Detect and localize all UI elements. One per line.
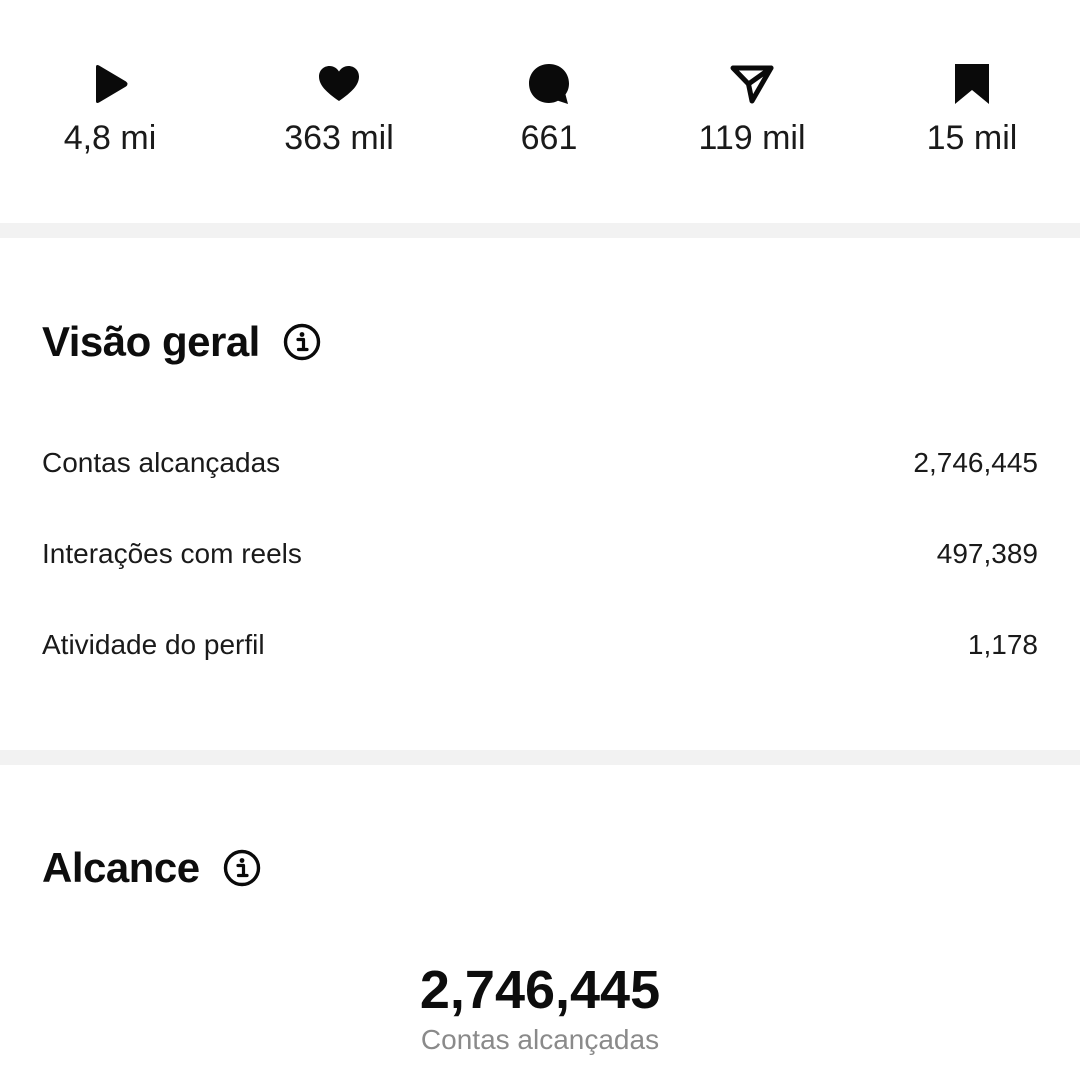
overview-row-accounts-reached[interactable]: Contas alcançadas 2,746,445 xyxy=(42,443,1038,483)
overview-row-reel-interactions[interactable]: Interações com reels 497,389 xyxy=(42,534,1038,574)
share-icon xyxy=(724,56,780,112)
reach-header: Alcance xyxy=(42,843,262,893)
saves-count: 15 mil xyxy=(926,119,1018,157)
row-label: Contas alcançadas xyxy=(42,447,281,478)
overview-header: Visão geral xyxy=(42,317,322,367)
plays-count: 4,8 mi xyxy=(63,119,157,157)
row-value: 2,746,445 xyxy=(913,447,1038,478)
reel-stats-row: 4,8 mi 363 mil 661 119 mil 15 mil xyxy=(0,56,1080,166)
comments-stat: 661 xyxy=(439,56,659,158)
bookmark-icon xyxy=(944,56,1000,112)
comments-count: 661 xyxy=(520,119,578,157)
info-icon[interactable] xyxy=(222,848,262,888)
section-divider xyxy=(0,750,1080,765)
row-value: 1,178 xyxy=(967,629,1038,660)
section-divider xyxy=(0,223,1080,238)
overview-row-profile-activity[interactable]: Atividade do perfil 1,178 xyxy=(42,625,1038,665)
reach-total-value: 2,746,445 xyxy=(419,960,661,1020)
reach-caption: Contas alcançadas xyxy=(420,1024,660,1055)
heart-icon xyxy=(311,56,367,112)
comment-icon xyxy=(521,56,577,112)
shares-count: 119 mil xyxy=(698,119,806,157)
row-value: 497,389 xyxy=(936,538,1038,569)
shares-stat: 119 mil xyxy=(642,56,862,158)
saves-stat: 15 mil xyxy=(862,56,1080,158)
info-icon[interactable] xyxy=(282,322,322,362)
reach-title: Alcance xyxy=(42,844,200,891)
row-label: Atividade do perfil xyxy=(42,629,265,660)
plays-stat: 4,8 mi xyxy=(0,56,220,158)
row-label: Interações com reels xyxy=(42,538,302,569)
likes-count: 363 mil xyxy=(284,119,394,157)
play-icon xyxy=(82,56,138,112)
likes-stat: 363 mil xyxy=(229,56,449,158)
overview-title: Visão geral xyxy=(42,318,260,365)
